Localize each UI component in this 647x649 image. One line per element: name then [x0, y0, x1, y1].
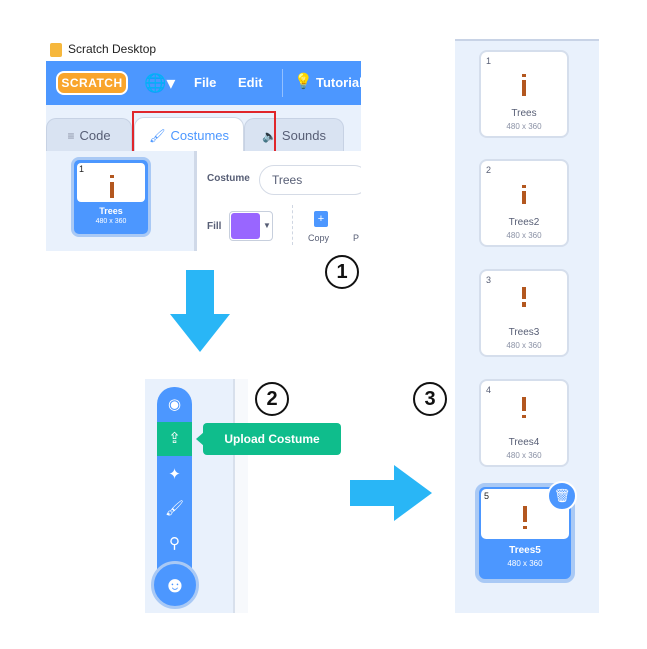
tree-trunk-image [110, 182, 114, 198]
costume-name: Trees [511, 108, 537, 119]
costume-name: Trees5 [509, 545, 541, 556]
language-globe-icon[interactable]: 🌐▾ [144, 72, 175, 94]
file-menu[interactable]: File [194, 75, 216, 90]
top-border [455, 39, 599, 41]
window-title: Scratch Desktop [68, 42, 157, 56]
costume-card-2[interactable]: 2 Trees2 480 x 360 [479, 159, 569, 247]
costume-preview [77, 163, 145, 202]
costume-number: 2 [486, 165, 492, 175]
costume-name-input[interactable]: Trees [259, 165, 361, 195]
costume-list-result: 1 Trees 480 x 360 2 Trees2 480 x 360 3 T… [455, 39, 599, 613]
down-arrow [170, 270, 230, 352]
costume-number: 3 [486, 275, 492, 285]
tree-trunk-image [523, 506, 527, 522]
scratch-app-icon [50, 43, 62, 57]
upload-costume-tooltip: Upload Costume [203, 423, 341, 455]
step-three-badge: 3 [413, 382, 447, 416]
costume-size: 480 x 360 [506, 341, 542, 350]
camera-icon[interactable]: ◉ [157, 388, 192, 422]
tree-top-image [522, 74, 526, 77]
search-icon[interactable]: ⚲ [157, 527, 192, 561]
costume-card-3[interactable]: 3 Trees3 480 x 360 [479, 269, 569, 357]
scratch-costumes-panel: Scratch Desktop SCRATCH 🌐▾ File Edit 💡 T… [46, 39, 361, 251]
costume-size: 480 x 360 [506, 122, 542, 131]
choose-costume-icon[interactable]: ☻ [151, 561, 199, 609]
tree-base-image [522, 415, 526, 418]
costume-number: 1 [79, 164, 85, 174]
costume-name: Trees [99, 206, 123, 216]
costume-name: Trees2 [508, 217, 540, 228]
chevron-down-icon: ▼ [263, 221, 271, 230]
costume-number: 5 [484, 491, 490, 501]
step-one-badge: 1 [325, 255, 359, 289]
tree-trunk-image [522, 287, 526, 299]
tree-trunk-image [522, 397, 526, 411]
paste-label: P [353, 233, 360, 243]
costume-label: Costume [207, 173, 250, 184]
paint-editor: Costume Trees Fill ▼ + Copy P [197, 151, 361, 251]
copy-label: Copy [308, 233, 330, 243]
costume-size: 480 x 360 [507, 559, 543, 568]
fill-label: Fill [207, 221, 222, 232]
lightbulb-icon: 💡 [294, 73, 313, 90]
paint-icon[interactable]: 🖌 [157, 492, 192, 526]
edit-menu[interactable]: Edit [238, 75, 263, 90]
title-bar: Scratch Desktop [46, 39, 361, 61]
costume-name: Trees3 [508, 327, 540, 338]
menu-bar: SCRATCH 🌐▾ File Edit 💡 Tutorials [46, 61, 361, 105]
tree-base-image [522, 302, 526, 307]
costume-thumbnail-selected[interactable]: 1 Trees 480 x 360 [71, 157, 151, 237]
tree-trunk-image [522, 80, 526, 96]
costume-size: 480 x 360 [506, 451, 542, 460]
costume-size: 480 x 360 [506, 231, 542, 240]
tab-code-label: Code [79, 128, 111, 143]
fill-color-swatch [231, 213, 260, 239]
tree-top-image [522, 185, 526, 188]
costume-number: 4 [486, 385, 492, 395]
costume-size: 480 x 360 [95, 218, 127, 225]
costumes-tab-highlight [132, 111, 276, 153]
tree-trunk-image [522, 191, 526, 204]
toolbar-separator [292, 205, 294, 245]
tab-sounds-label: Sounds [281, 128, 327, 143]
code-icon: ≡ [67, 128, 75, 143]
upload-icon[interactable]: ⇪ [157, 422, 192, 456]
copy-icon[interactable]: + [314, 211, 328, 227]
fill-color-picker[interactable]: ▼ [229, 211, 273, 241]
tutorials-menu[interactable]: Tutorials [316, 75, 361, 90]
costume-card-4[interactable]: 4 Trees4 480 x 360 [479, 379, 569, 467]
tree-base-image [523, 526, 527, 529]
panel-rail [233, 379, 248, 613]
costume-number: 1 [486, 56, 492, 66]
right-arrow [350, 465, 432, 521]
costume-card-1[interactable]: 1 Trees 480 x 360 [479, 50, 569, 138]
surprise-icon[interactable]: ✦ [157, 458, 192, 492]
costume-name: Trees4 [508, 437, 540, 448]
menu-separator [282, 69, 283, 97]
tree-top-image [110, 175, 114, 178]
scratch-logo[interactable]: SCRATCH [56, 71, 128, 95]
tab-code[interactable]: ≡ Code [46, 118, 132, 152]
delete-costume-icon[interactable]: 🗑 [547, 481, 577, 511]
costume-add-menu: ◉ ⇪ ✦ 🖌 ⚲ ☻ [145, 379, 248, 613]
step-two-badge: 2 [255, 382, 289, 416]
